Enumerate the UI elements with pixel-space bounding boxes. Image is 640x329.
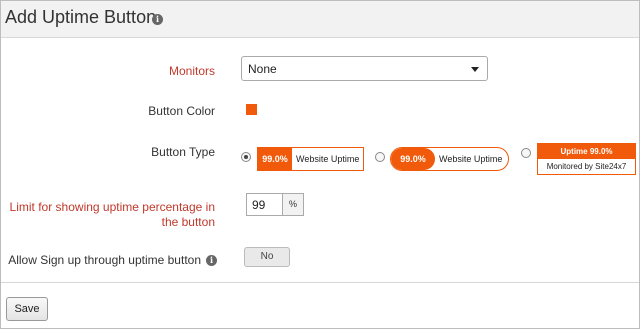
signup-label: Allow Sign up through uptime button (8, 253, 201, 267)
monitors-select[interactable]: None (241, 56, 488, 81)
footer-divider (1, 282, 639, 283)
save-button[interactable]: Save (6, 297, 48, 321)
button-style-1-percent: 99.0% (258, 148, 292, 170)
limit-input[interactable]: 99 (246, 193, 282, 216)
button-type-radio-3[interactable] (521, 148, 531, 158)
signup-info-icon[interactable]: i (206, 255, 217, 266)
button-style-3-bottom: Monitored by Site24x7 (546, 162, 627, 171)
button-type-radio-2[interactable] (375, 152, 385, 162)
dropdown-arrow-icon (471, 67, 479, 72)
button-style-1-text: Website Uptime (296, 154, 360, 164)
button-style-3-preview[interactable]: Uptime 99.0% Monitored by Site24x7 (537, 143, 636, 175)
monitors-select-value: None (248, 62, 277, 76)
signup-toggle[interactable]: No (244, 247, 290, 267)
button-style-1-preview[interactable]: 99.0% Website Uptime (257, 147, 364, 171)
dialog: Add Uptime Button i Monitors None Button… (0, 0, 640, 329)
button-type-radio-1[interactable] (241, 152, 251, 162)
limit-label-line1: Limit for showing uptime percentage in (9, 200, 215, 214)
button-style-2-text: Website Uptime (439, 154, 503, 164)
button-color-swatch[interactable] (246, 104, 257, 115)
header: Add Uptime Button i (1, 1, 639, 38)
page-title: Add Uptime Button (5, 7, 157, 27)
button-type-label: Button Type (151, 145, 215, 159)
limit-label-line2: the button (161, 215, 215, 229)
limit-unit-addon: % (282, 193, 304, 216)
button-color-label: Button Color (148, 104, 215, 118)
monitors-label: Monitors (168, 64, 215, 78)
button-style-2-preview[interactable]: 99.0% Website Uptime (390, 147, 509, 171)
button-style-2-percent: 99.0% (391, 148, 435, 170)
button-style-3-top: Uptime 99.0% (538, 144, 635, 159)
info-icon[interactable]: i (152, 14, 163, 25)
